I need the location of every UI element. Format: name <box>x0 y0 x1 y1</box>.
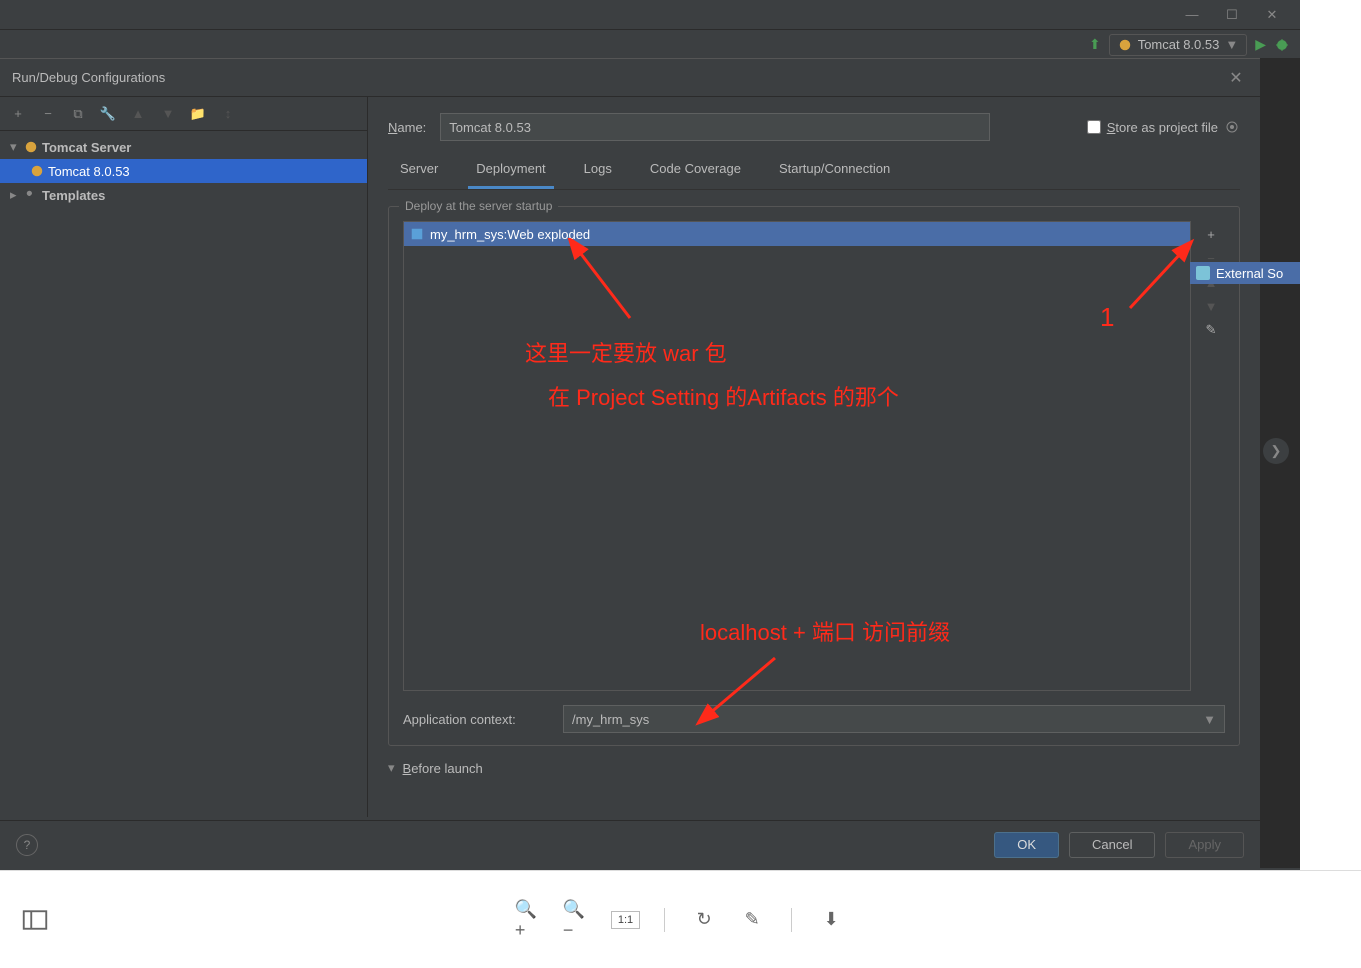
debug-icon[interactable] <box>1274 37 1290 53</box>
main-toolbar: ⬆ Tomcat 8.0.53 ▼ ▶ <box>0 30 1300 60</box>
expand-icon[interactable]: ▾ <box>388 760 395 776</box>
config-tabs: Server Deployment Logs Code Coverage Sta… <box>388 155 1240 190</box>
tree-node-tomcat-server[interactable]: ▾ Tomcat Server <box>0 135 367 159</box>
deploy-list-item[interactable]: my_hrm_sys:Web exploded <box>404 222 1190 246</box>
tomcat-icon <box>24 140 38 154</box>
image-viewer-toolbar: 🔍+ 🔍− 1:1 ↻ ✎ ⬇ <box>0 870 1361 968</box>
move-up-icon[interactable]: ▲ <box>126 102 150 126</box>
ok-button[interactable]: OK <box>994 832 1059 858</box>
app-context-dropdown[interactable]: /my_hrm_sys ▼ <box>563 705 1225 733</box>
rotate-icon[interactable]: ↻ <box>689 905 719 935</box>
titlebar: — ☐ ✕ <box>0 0 1300 30</box>
tab-code-coverage[interactable]: Code Coverage <box>642 155 749 189</box>
edit-icon[interactable]: ✎ <box>737 905 767 935</box>
tree-label: Tomcat Server <box>42 140 131 155</box>
deploy-list[interactable]: my_hrm_sys:Web exploded <box>403 221 1191 691</box>
add-config-icon[interactable]: + <box>6 102 30 126</box>
tab-server[interactable]: Server <box>392 155 446 189</box>
deploy-item-label: my_hrm_sys:Web exploded <box>430 227 590 242</box>
maximize-button[interactable]: ☐ <box>1212 1 1252 29</box>
remove-config-icon[interactable]: − <box>36 102 60 126</box>
chevron-down-icon: ▼ <box>1203 712 1216 727</box>
folder-icon[interactable]: 📁 <box>186 102 210 126</box>
expand-icon[interactable]: ▾ <box>10 139 20 155</box>
close-window-button[interactable]: ✕ <box>1252 1 1292 29</box>
config-details-pane: Name: Store as project file Server Deplo… <box>368 97 1260 817</box>
app-context-value: /my_hrm_sys <box>572 712 649 727</box>
store-label: Store as project file <box>1107 120 1218 135</box>
gear-icon[interactable] <box>1224 119 1240 135</box>
tree-label: Templates <box>42 188 105 203</box>
download-icon[interactable]: ⬇ <box>816 905 846 935</box>
right-collapsed-panel: ❯ <box>1260 58 1300 868</box>
minimize-button[interactable]: — <box>1172 1 1212 29</box>
add-menu-popup-item[interactable]: External So <box>1190 262 1300 284</box>
build-icon[interactable]: ⬆ <box>1089 36 1101 53</box>
zoom-out-icon[interactable]: 🔍− <box>563 905 593 935</box>
popup-item-label: External So <box>1216 266 1283 281</box>
tree-label: Tomcat 8.0.53 <box>48 164 130 179</box>
add-deploy-button[interactable]: + <box>1200 223 1222 245</box>
sidebar-toggle-icon[interactable] <box>20 905 50 935</box>
tree-node-tomcat-instance[interactable]: Tomcat 8.0.53 <box>0 159 367 183</box>
tab-logs[interactable]: Logs <box>576 155 620 189</box>
zoom-ratio-box[interactable]: 1:1 <box>611 911 640 929</box>
run-config-dropdown[interactable]: Tomcat 8.0.53 ▼ <box>1109 34 1248 56</box>
deploy-down-button[interactable]: ▼ <box>1200 295 1222 317</box>
sort-icon[interactable]: ↕ <box>216 102 240 126</box>
artifact-icon <box>410 227 424 241</box>
before-launch-section[interactable]: ▾ Before launch <box>388 760 1240 776</box>
move-down-icon[interactable]: ▼ <box>156 102 180 126</box>
tab-startup-connection[interactable]: Startup/Connection <box>771 155 898 189</box>
close-dialog-button[interactable]: ✕ <box>1224 66 1248 90</box>
tomcat-icon <box>1118 38 1132 52</box>
wrench-icon <box>24 188 38 202</box>
cancel-button[interactable]: Cancel <box>1069 832 1155 858</box>
zoom-in-icon[interactable]: 🔍+ <box>515 905 545 935</box>
store-as-project-checkbox[interactable] <box>1087 120 1101 134</box>
deploy-section: Deploy at the server startup my_hrm_sys:… <box>388 206 1240 746</box>
run-icon[interactable]: ▶ <box>1255 36 1266 53</box>
app-context-label: Application context: <box>403 712 553 727</box>
config-name-input[interactable] <box>440 113 990 141</box>
before-launch-label: Before launch <box>403 761 483 776</box>
tomcat-icon <box>30 164 44 178</box>
apply-button[interactable]: Apply <box>1165 832 1244 858</box>
edit-deploy-button[interactable]: ✎ <box>1200 319 1222 341</box>
expand-panel-button[interactable]: ❯ <box>1263 438 1289 464</box>
name-label: Name: <box>388 120 426 135</box>
run-config-selected: Tomcat 8.0.53 <box>1138 37 1220 52</box>
config-tree-pane: + − ⧉ 🔧 ▲ ▼ 📁 ↕ ▾ Tomcat Server <box>0 97 368 817</box>
copy-config-icon[interactable]: ⧉ <box>66 102 90 126</box>
deploy-legend: Deploy at the server startup <box>399 199 558 213</box>
tree-node-templates[interactable]: ▸ Templates <box>0 183 367 207</box>
edit-config-icon[interactable]: 🔧 <box>96 102 120 126</box>
dialog-title: Run/Debug Configurations <box>12 70 165 85</box>
external-source-icon <box>1196 266 1210 280</box>
help-button[interactable]: ? <box>16 834 38 856</box>
tab-deployment[interactable]: Deployment <box>468 155 553 189</box>
expand-icon[interactable]: ▸ <box>10 187 20 203</box>
